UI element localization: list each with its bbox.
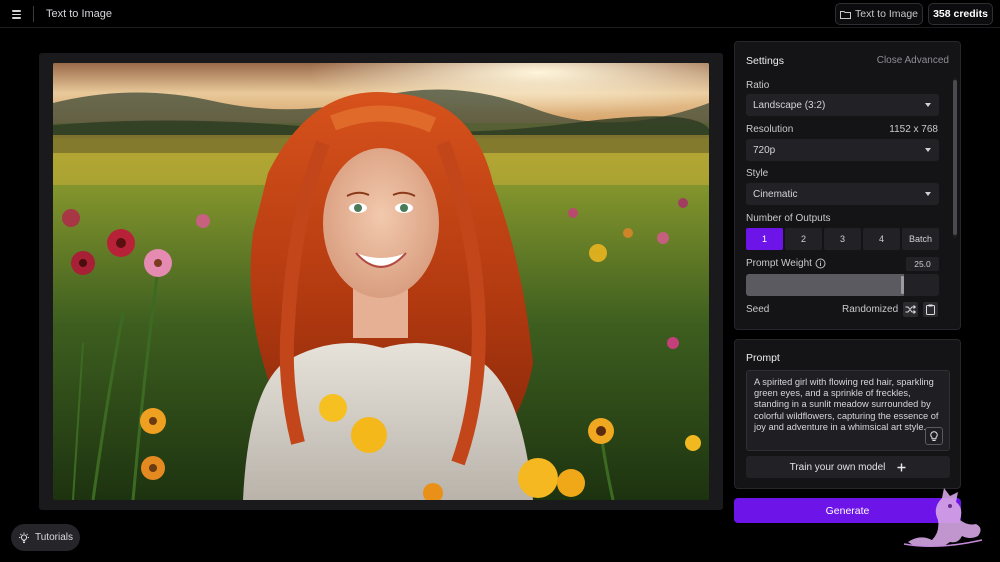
settings-title: Settings <box>746 55 784 67</box>
lightbulb-icon[interactable] <box>925 427 943 445</box>
page-title: Text to Image <box>46 8 113 20</box>
prompt-weight-handle[interactable] <box>901 276 905 294</box>
chevron-down-icon <box>925 103 931 107</box>
outputs-option-2[interactable]: 2 <box>785 228 822 250</box>
ratio-dropdown[interactable]: Landscape (3:2) <box>746 94 939 116</box>
lightbulb-icon <box>19 532 29 543</box>
ratio-value: Landscape (3:2) <box>753 99 826 111</box>
resolution-dimensions: 1152 x 768 <box>889 124 938 135</box>
plus-icon <box>897 463 906 471</box>
outputs-option-batch[interactable]: Batch <box>902 228 939 250</box>
header-divider <box>33 6 34 22</box>
tutorials-button[interactable]: Tutorials <box>11 524 80 551</box>
tutorials-label: Tutorials <box>35 532 73 543</box>
folder-icon <box>839 10 851 19</box>
chevron-down-icon <box>925 148 931 152</box>
outputs-option-3[interactable]: 3 <box>824 228 861 250</box>
style-dropdown[interactable]: Cinematic <box>746 183 939 205</box>
train-model-label: Train your own model <box>789 461 886 473</box>
ratio-label: Ratio <box>746 80 770 91</box>
top-bar: Text to Image Text to Image 358 credits <box>0 0 1000 28</box>
text-to-image-label: Text to Image <box>854 8 919 20</box>
chevron-down-icon <box>925 192 931 196</box>
image-preview-frame <box>39 53 723 510</box>
prompt-panel: Prompt A spirited girl with flowing red … <box>734 339 961 489</box>
prompt-weight-slider[interactable] <box>746 274 939 296</box>
prompt-textarea[interactable]: A spirited girl with flowing red hair, s… <box>746 370 950 451</box>
style-label: Style <box>746 168 769 179</box>
resolution-value: 720p <box>753 144 776 156</box>
settings-scrollbar-thumb[interactable] <box>953 80 957 235</box>
generated-image[interactable] <box>53 63 709 500</box>
text-to-image-button[interactable]: Text to Image <box>835 3 923 25</box>
seed-label: Seed <box>746 304 770 315</box>
prompt-weight-value[interactable]: 25.0 <box>906 257 939 271</box>
resolution-dropdown[interactable]: 720p <box>746 139 939 161</box>
shuffle-icon[interactable] <box>903 302 918 317</box>
mascot-logo <box>903 488 983 547</box>
outputs-option-1[interactable]: 1 <box>746 228 783 250</box>
prompt-weight-fill <box>746 274 905 296</box>
credits-button[interactable]: 358 credits <box>928 3 993 25</box>
resolution-label: Resolution <box>746 124 794 135</box>
hamburger-menu-icon[interactable] <box>9 6 25 22</box>
info-icon[interactable] <box>815 258 826 269</box>
style-value: Cinematic <box>753 188 798 200</box>
outputs-label: Number of Outputs <box>746 213 831 224</box>
prompt-title: Prompt <box>746 352 780 364</box>
settings-panel: Settings Close Advanced Ratio Landscape … <box>734 41 961 330</box>
outputs-option-4[interactable]: 4 <box>863 228 900 250</box>
train-model-button[interactable]: Train your own model <box>746 456 950 478</box>
seed-value: Randomized <box>842 304 899 315</box>
close-advanced-link[interactable]: Close Advanced <box>877 55 949 66</box>
clipboard-icon[interactable] <box>923 302 938 317</box>
prompt-weight-label: Prompt Weight <box>746 258 812 269</box>
